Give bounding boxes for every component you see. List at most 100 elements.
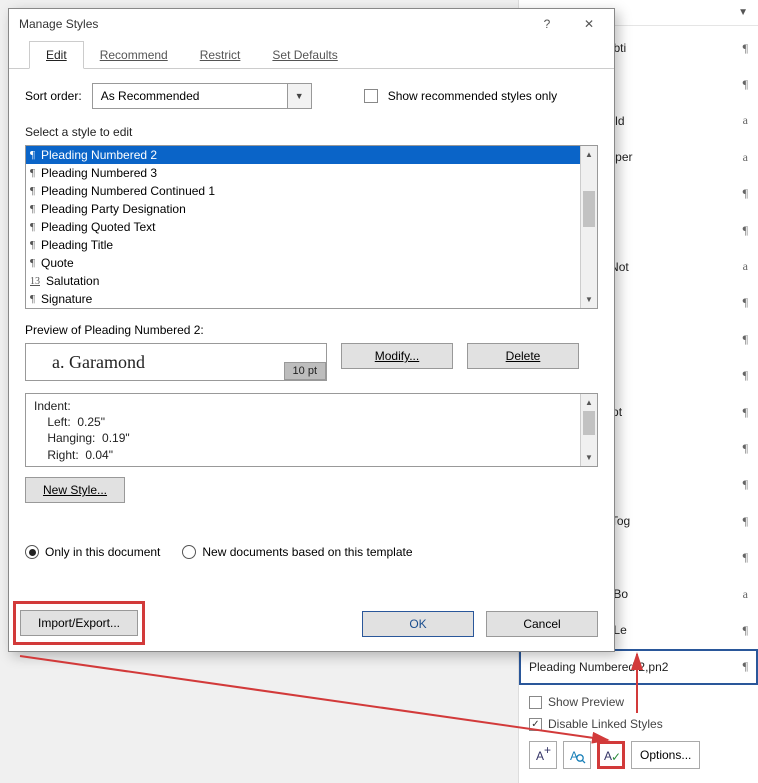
paragraph-mark-icon: ¶ <box>737 295 748 310</box>
style-list-item-label: Pleading Numbered Continued 1 <box>41 184 215 198</box>
style-list-item-label: Signature <box>41 292 92 306</box>
scroll-thumb[interactable] <box>583 411 595 435</box>
modify-button[interactable]: Modify... <box>341 343 453 369</box>
tab-edit[interactable]: Edit <box>29 41 84 69</box>
paragraph-mark-icon: ¶ <box>737 332 748 347</box>
style-list-item[interactable]: ¶Pleading Title <box>26 236 580 254</box>
dropdown-caret-icon[interactable]: ▼ <box>738 7 748 18</box>
show-preview-row[interactable]: Show Preview <box>529 691 750 713</box>
style-list-item[interactable]: ¶Pleading Party Designation <box>26 200 580 218</box>
preview-label: Preview of Pleading Numbered 2: <box>25 323 598 337</box>
style-list-item[interactable]: ¶ Pleading Numbered 3 <box>26 164 580 182</box>
tab-set-defaults[interactable]: Set Defaults <box>256 42 353 68</box>
scroll-up-icon[interactable]: ▲ <box>581 394 597 411</box>
select-style-label: Select a style to edit <box>25 125 598 139</box>
new-style-label: New Style... <box>43 483 107 497</box>
paragraph-mark-icon: ¶ <box>30 257 35 269</box>
chevron-down-icon: ▼ <box>287 84 311 108</box>
show-recommended-checkbox[interactable] <box>364 89 378 103</box>
tab-set-defaults-label: Set Defaults <box>272 48 337 62</box>
disable-linked-label: Disable Linked Styles <box>548 717 663 731</box>
new-style-icon-button[interactable]: A+ <box>529 741 557 769</box>
preview-box: a. Garamond 10 pt <box>25 343 327 381</box>
scroll-up-icon[interactable]: ▲ <box>581 146 597 163</box>
scroll-down-icon[interactable]: ▼ <box>581 449 597 466</box>
ok-button[interactable]: OK <box>362 611 474 637</box>
paragraph-mark-icon: ¶ <box>30 149 35 161</box>
paragraph-mark-icon: ¶ <box>737 223 748 238</box>
modify-label: Modify... <box>375 349 419 363</box>
style-list-item-label: Pleading Numbered 2 <box>41 148 157 162</box>
close-button[interactable]: ✕ <box>568 10 610 38</box>
delete-button[interactable]: Delete <box>467 343 579 369</box>
preview-text: a. Garamond <box>26 352 145 373</box>
style-inspector-icon-button[interactable]: A <box>563 741 591 769</box>
title-bar: Manage Styles ? ✕ <box>9 9 614 39</box>
style-list-item-label: Salutation <box>46 274 99 288</box>
style-list-item-label: Pleading Quoted Text <box>41 220 156 234</box>
style-list[interactable]: ¶ Pleading Numbered 2 ¶ Pleading Numbered 3… <box>25 145 598 309</box>
character-mark-icon: a <box>737 587 748 602</box>
paragraph-mark-icon: ¶ <box>30 167 35 179</box>
scroll-down-icon[interactable]: ▼ <box>581 291 597 308</box>
tab-restrict[interactable]: Restrict <box>184 42 257 68</box>
sort-order-value: As Recommended <box>93 89 287 103</box>
import-export-button[interactable]: Import/Export... <box>20 610 138 636</box>
paragraph-mark-icon: ¶ <box>737 186 748 201</box>
paragraph-mark-icon: ¶ <box>737 514 748 529</box>
scroll-thumb[interactable] <box>583 191 595 227</box>
tab-edit-label: Edit <box>46 48 67 62</box>
style-list-item-label: Pleading Numbered 3 <box>41 166 157 180</box>
sort-order-select[interactable]: As Recommended ▼ <box>92 83 312 109</box>
tab-restrict-label: Restrict <box>200 48 241 62</box>
manage-styles-dialog: Manage Styles ? ✕ Edit Recommend Restric… <box>8 8 615 652</box>
character-mark-icon: a <box>737 113 748 128</box>
import-export-highlight: Import/Export... <box>13 601 145 645</box>
tab-recommend-label: Recommend <box>100 48 168 62</box>
paragraph-mark-icon: ¶ <box>737 659 748 674</box>
new-style-button[interactable]: New Style... <box>25 477 125 503</box>
style-list-item[interactable]: ¶ Quote <box>26 254 580 272</box>
preview-font-size: 10 pt <box>284 362 326 380</box>
style-list-item[interactable]: ¶ Pleading Numbered Continued 1 <box>26 182 580 200</box>
cancel-button[interactable]: Cancel <box>486 611 598 637</box>
style-list-item[interactable]: 13Salutation <box>26 272 580 290</box>
paragraph-mark-icon: ¶ <box>30 185 35 197</box>
dialog-title: Manage Styles <box>19 17 526 31</box>
desc-right: Right: 0.04" <box>34 447 572 463</box>
disable-linked-row[interactable]: ✓ Disable Linked Styles <box>529 713 750 735</box>
paragraph-mark-icon: ¶ <box>737 77 748 92</box>
scrollbar[interactable]: ▲ ▼ <box>580 146 597 308</box>
styles-pane-item-selected[interactable]: Pleading Numbered 2,pn2 ¶ <box>519 649 758 685</box>
style-list-item-label: Pleading Title <box>41 238 113 252</box>
styles-pane-controls: Show Preview ✓ Disable Linked Styles A+ … <box>519 685 758 775</box>
new-docs-template-label: New documents based on this template <box>202 545 412 559</box>
paragraph-mark-icon: ¶ <box>30 293 35 305</box>
new-docs-template-radio[interactable] <box>182 545 196 559</box>
style-list-item-label: Pleading Party Designation <box>41 202 186 216</box>
show-recommended-label: Show recommended styles only <box>388 89 557 103</box>
delete-label: Delete <box>506 349 541 363</box>
desc-left: Left: 0.25" <box>34 414 572 430</box>
ok-label: OK <box>409 617 426 631</box>
paragraph-mark-icon: ¶ <box>737 368 748 383</box>
manage-styles-icon-button[interactable]: A✓ <box>597 741 625 769</box>
style-list-item-label: Quote <box>41 256 74 270</box>
options-button[interactable]: Options... <box>631 741 700 769</box>
checkbox-unchecked-icon[interactable] <box>529 696 542 709</box>
paragraph-mark-icon: ¶ <box>737 41 748 56</box>
character-mark-icon: a <box>737 259 748 274</box>
tab-recommend[interactable]: Recommend <box>84 42 184 68</box>
help-button[interactable]: ? <box>526 10 568 38</box>
style-list-item[interactable]: ¶ Pleading Numbered 2 <box>26 146 580 164</box>
only-this-doc-radio[interactable] <box>25 545 39 559</box>
paragraph-mark-icon: ¶ <box>30 221 35 233</box>
checkbox-checked-icon[interactable]: ✓ <box>529 718 542 731</box>
tab-strip: Edit Recommend Restrict Set Defaults <box>9 39 614 69</box>
character-mark-icon: a <box>737 150 748 165</box>
style-list-item[interactable]: ¶ Signature <box>26 290 580 308</box>
paragraph-mark-icon: ¶ <box>737 623 748 638</box>
style-list-item[interactable]: ¶ Pleading Quoted Text <box>26 218 580 236</box>
paragraph-mark-icon: ¶ <box>737 477 748 492</box>
desc-scrollbar[interactable]: ▲ ▼ <box>580 394 597 466</box>
